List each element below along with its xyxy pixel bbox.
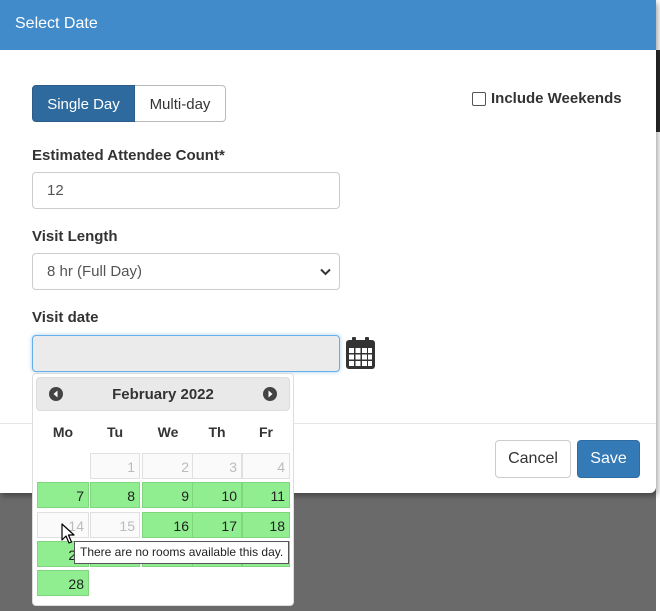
- calendar-day-disabled: 1: [90, 453, 140, 479]
- weekday-header: We: [157, 424, 179, 440]
- calendar-icon[interactable]: [346, 337, 375, 369]
- calendar-day-available[interactable]: 8: [90, 482, 140, 508]
- multi-day-button[interactable]: Multi-day: [135, 85, 226, 122]
- calendar-day-available[interactable]: 16: [142, 512, 194, 538]
- visit-date-field[interactable]: [32, 335, 340, 372]
- calendar-day-available[interactable]: 9: [142, 482, 194, 508]
- modal-header: Select Date: [0, 0, 656, 50]
- next-month-icon[interactable]: [263, 387, 277, 401]
- visit-length-label: Visit Length: [32, 228, 118, 245]
- calendar-day-available[interactable]: 28: [37, 570, 89, 596]
- visit-date-label: Visit date: [32, 309, 99, 326]
- save-button[interactable]: Save: [577, 440, 640, 478]
- calendar-day-available[interactable]: 18: [242, 512, 290, 538]
- month-title: February 2022: [112, 386, 214, 403]
- calendar-day-available[interactable]: 11: [242, 482, 290, 508]
- day-tooltip: There are no rooms available this day.: [74, 541, 290, 564]
- attendee-count-label: Estimated Attendee Count*: [32, 147, 225, 164]
- chevron-down-icon: [320, 254, 331, 289]
- backdrop-shadow: [656, 50, 660, 132]
- attendee-count-field[interactable]: 12: [32, 172, 340, 209]
- include-weekends-checkbox[interactable]: [472, 91, 486, 106]
- single-day-button[interactable]: Single Day: [32, 85, 135, 122]
- weekday-header: Mo: [52, 424, 74, 440]
- mouse-cursor-icon: [61, 523, 75, 550]
- weekday-header: Th: [208, 424, 226, 440]
- include-weekends: Include Weekends: [472, 90, 622, 107]
- calendar-day-disabled: 4: [242, 453, 290, 479]
- visit-length-select[interactable]: 8 hr (Full Day): [32, 253, 340, 290]
- visit-length-value: 8 hr (Full Day): [47, 263, 143, 280]
- calendar-day-disabled: 3: [192, 453, 242, 479]
- cancel-button[interactable]: Cancel: [495, 440, 571, 478]
- datepicker: February 2022 Mo Tu We Th Fr 1 2 3 4 7 8 9 10 11 14 15…: [32, 373, 294, 606]
- weekday-header: Fr: [259, 424, 273, 440]
- calendar-day-disabled: 15: [90, 512, 140, 538]
- calendar-day-available[interactable]: 7: [37, 482, 89, 508]
- weekday-header: Tu: [106, 424, 124, 440]
- include-weekends-label: Include Weekends: [491, 90, 622, 107]
- day-mode-toggle: Single Day Multi-day: [32, 85, 226, 122]
- modal-title: Select Date: [15, 15, 98, 32]
- calendar-day-disabled: 2: [142, 453, 194, 479]
- calendar-day-available[interactable]: 10: [192, 482, 242, 508]
- datepicker-header: February 2022: [36, 377, 290, 411]
- calendar-day-available[interactable]: 17: [192, 512, 242, 538]
